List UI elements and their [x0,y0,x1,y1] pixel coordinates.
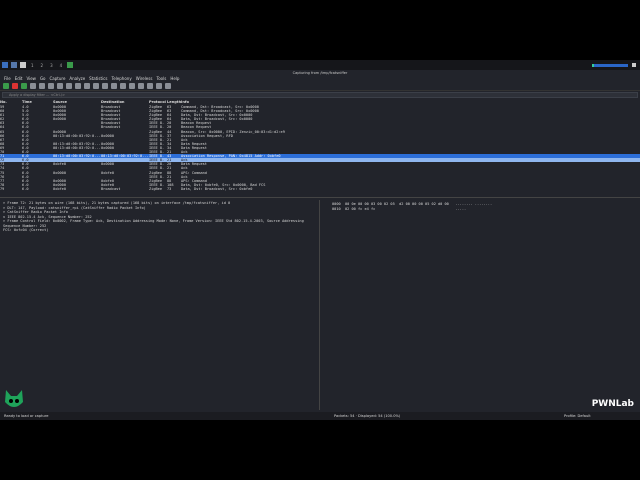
wireshark-window: 1 2 3 4 Capturing from /tmp/fcatsniffer … [0,60,640,420]
main-toolbar [0,82,640,91]
stop-capture-icon[interactable] [12,83,18,89]
packet-cell: 73 [167,186,172,191]
app-launcher-icon[interactable] [2,62,8,68]
packet-cell: Broadcast [101,186,121,191]
status-packets: Packets: 54 · Displayed: 54 (100.0%) [334,414,401,418]
colorize-icon[interactable] [138,83,144,89]
options-icon[interactable] [30,83,36,89]
status-bar: Ready to load or capture Packets: 54 · D… [0,412,640,420]
packet-details[interactable]: > Frame 72: 21 bytes on wire (168 bits),… [0,200,320,410]
file-icon[interactable] [20,62,26,68]
packet-cell: 79 [0,186,5,191]
back-icon[interactable] [84,83,90,89]
packet-cell: 6.0 [22,186,29,191]
zoom-out-icon[interactable] [156,83,162,89]
menu-capture[interactable]: Capture [50,76,66,82]
zoom-in-icon[interactable] [147,83,153,89]
pwnlab-logo: PWNLab [591,399,634,409]
restart-capture-icon[interactable] [21,83,27,89]
packet-cell: Data, Dst: Broadcast, Src: 0xbfe0 [181,186,253,191]
status-ready: Ready to load or capture [4,414,49,418]
menu-file[interactable]: File [4,76,11,82]
find-icon[interactable] [75,83,81,89]
menu-go[interactable]: Go [40,76,46,82]
menu-analyze[interactable]: Analyze [69,76,85,82]
packet-row[interactable]: 79 6.0 0xbfe0 Broadcast ZigBee 73 Data, Dst: B… [0,187,640,191]
window-title: Capturing from /tmp/fcatsniffer [292,71,348,75]
terminal-icon[interactable] [11,62,17,68]
menu-edit[interactable]: Edit [15,76,23,82]
menu-view[interactable]: View [26,76,36,82]
menu-statistics[interactable]: Statistics [89,76,107,82]
detail-line[interactable]: > Frame Control Field: 0x0002, Frame Typ… [3,219,316,224]
open-icon[interactable] [39,83,45,89]
workspace-1[interactable]: 1 [29,63,36,68]
packet-list[interactable]: No. Time Source Destination Protocol Len… [0,100,640,198]
save-icon[interactable] [48,83,54,89]
display-filter-input[interactable]: Apply a display filter ... <Ctrl-/> [2,92,638,98]
power-icon[interactable] [632,63,636,67]
last-icon[interactable] [120,83,126,89]
packet-cell: ZigBee [149,186,162,191]
menu-tools[interactable]: Tools [156,76,166,82]
forward-icon[interactable] [93,83,99,89]
detail-line[interactable]: FCS: 0xfc04 (Correct) [3,228,316,233]
packet-cell: 0xbfe0 [53,186,66,191]
start-capture-icon[interactable] [3,83,9,89]
close-icon[interactable] [57,83,63,89]
first-icon[interactable] [111,83,117,89]
menu-telephony[interactable]: Telephony [111,76,131,82]
menu-wireless[interactable]: Wireless [136,76,153,82]
resize-columns-icon[interactable] [165,83,171,89]
workspace-4[interactable]: 4 [58,63,65,68]
wireshark-task-icon[interactable] [67,62,74,68]
hex-line: 0010 02 00 fc e4 fc ..... [332,207,467,211]
autoscroll-icon[interactable] [129,83,135,89]
cpu-meter [592,63,628,67]
workspace-3[interactable]: 3 [48,63,55,68]
reload-icon[interactable] [66,83,72,89]
filter-placeholder: Apply a display filter ... <Ctrl-/> [9,93,66,97]
menu-help[interactable]: Help [170,76,179,82]
workspace-2[interactable]: 2 [39,63,46,68]
taskbar: 1 2 3 4 [0,60,640,70]
status-profile[interactable]: Profile: Default [564,412,591,420]
packet-bytes[interactable]: 0000 00 0e 00 00 03 00 02 05 d2 00 00 00… [332,200,640,410]
catsniffer-logo [5,390,23,407]
title-bar: Capturing from /tmp/fcatsniffer [0,70,640,76]
goto-icon[interactable] [102,83,108,89]
